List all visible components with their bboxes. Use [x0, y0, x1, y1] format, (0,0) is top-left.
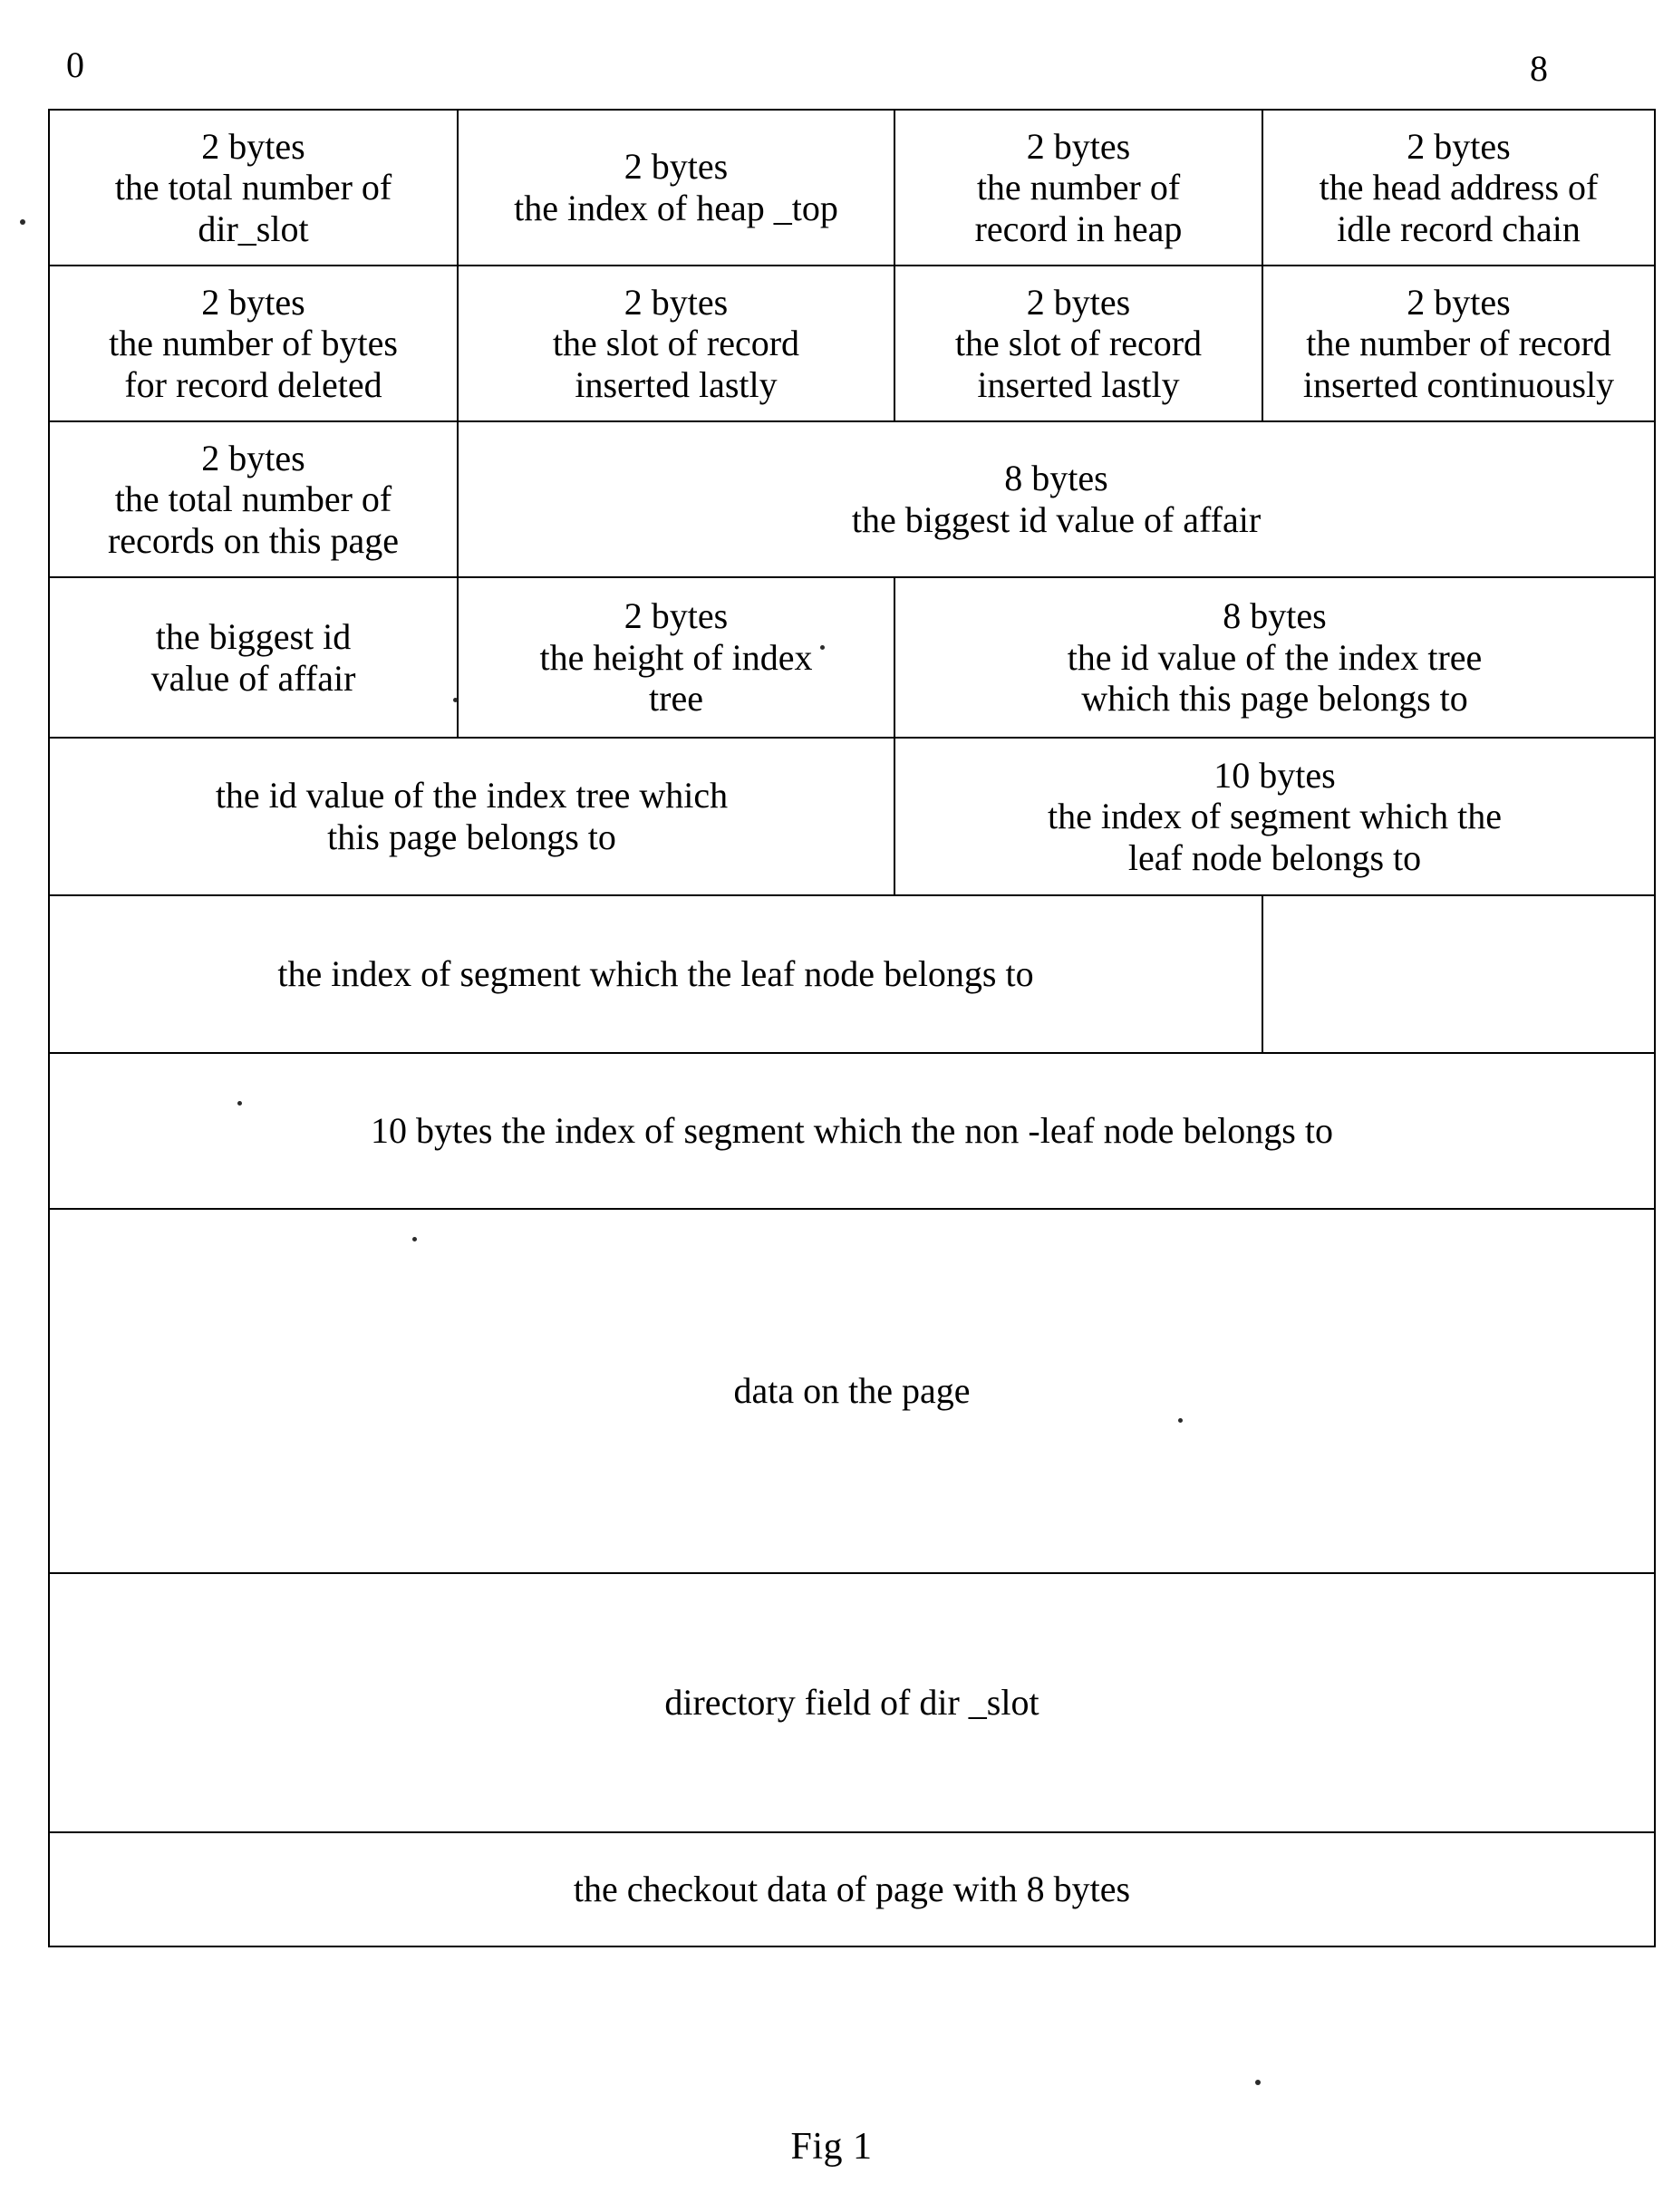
- field-cell-index-tree-id-cont: the id value of the index tree which thi…: [48, 737, 895, 896]
- byte-offset-label-right: 8: [1530, 48, 1548, 89]
- field-desc-line-1: the number of: [976, 167, 1181, 208]
- field-desc-line-2: inserted lastly: [977, 363, 1180, 405]
- scan-speck: [20, 219, 25, 225]
- table-row: 2 bytes the number of bytes for record d…: [48, 265, 1656, 422]
- field-size: 8 bytes: [1004, 458, 1108, 499]
- field-size: 2 bytes: [1407, 281, 1511, 323]
- field-desc-line-2: value of affair: [150, 657, 356, 699]
- field-desc-line-2: records on this page: [107, 519, 399, 561]
- page-layout-table: 2 bytes the total number of dir_slot 2 b…: [48, 109, 1656, 1947]
- table-row: the checkout data of page with 8 bytes: [48, 1831, 1656, 1947]
- field-desc-line-1: the number of bytes: [109, 323, 398, 364]
- field-desc-line-1: the id value of the index tree which: [215, 775, 729, 816]
- field-desc-line-1: the biggest id value of affair: [851, 499, 1262, 540]
- field-cell-empty-filler: [1262, 894, 1656, 1054]
- field-size: 10 bytes: [1213, 754, 1336, 796]
- field-cell-index-tree-id: 8 bytes the id value of the index tree w…: [894, 576, 1656, 739]
- field-desc-line-2: tree: [649, 678, 703, 720]
- scan-speck: [237, 1101, 242, 1106]
- figure-caption: Fig 1: [790, 2126, 873, 2168]
- field-cell-heap-top-index: 2 bytes the index of heap _top: [457, 109, 895, 266]
- field-size: 2 bytes: [201, 125, 305, 167]
- field-cell-last-inserted-slot-b: 2 bytes the slot of record inserted last…: [894, 265, 1263, 422]
- scan-speck: [1255, 2080, 1261, 2085]
- field-desc-line-1: the slot of record: [954, 323, 1203, 364]
- field-cell-biggest-affair-id: 8 bytes the biggest id value of affair: [457, 420, 1656, 578]
- field-size: 2 bytes: [624, 595, 729, 637]
- field-cell-record-count-heap: 2 bytes the number of record in heap: [894, 109, 1263, 266]
- field-desc-line-1: 10 bytes the index of segment which the …: [371, 1110, 1333, 1152]
- field-desc-line-1: the id value of the index tree: [1067, 636, 1483, 678]
- field-desc-line-2: leaf node belongs to: [1127, 836, 1422, 878]
- table-row: data on the page: [48, 1208, 1656, 1574]
- field-size: 2 bytes: [624, 281, 729, 323]
- field-cell-page-data: data on the page: [48, 1208, 1656, 1574]
- field-cell-continuous-insert-count: 2 bytes the number of record inserted co…: [1262, 265, 1656, 422]
- figure-page: 0 8 2 bytes the total number of dir_slot…: [0, 0, 1663, 2212]
- table-row: directory field of dir _slot: [48, 1572, 1656, 1833]
- field-desc-line-1: the slot of record: [552, 323, 800, 364]
- table-row: the biggest id value of affair 2 bytes t…: [48, 576, 1656, 739]
- field-cell-leaf-segment-index-cont: the index of segment which the leaf node…: [48, 894, 1263, 1054]
- field-desc-line-1: the head address of: [1319, 167, 1599, 208]
- field-desc-line-1: the height of index: [539, 636, 813, 678]
- field-cell-last-inserted-slot-a: 2 bytes the slot of record inserted last…: [457, 265, 895, 422]
- field-desc-line-1: the checkout data of page with 8 bytes: [573, 1869, 1131, 1910]
- scan-speck: [1178, 1418, 1183, 1423]
- field-desc-line-1: the total number of: [114, 167, 392, 208]
- field-cell-page-checkout-data: the checkout data of page with 8 bytes: [48, 1831, 1656, 1947]
- field-cell-index-tree-height: 2 bytes the height of index tree: [457, 576, 895, 739]
- scan-speck: [412, 1237, 417, 1241]
- table-row: 2 bytes the total number of records on t…: [48, 420, 1656, 578]
- field-cell-dir-slot-directory: directory field of dir _slot: [48, 1572, 1656, 1833]
- field-desc-line-2: idle record chain: [1337, 208, 1581, 249]
- field-cell-deleted-bytes: 2 bytes the number of bytes for record d…: [48, 265, 459, 422]
- field-desc-line-2: this page belongs to: [327, 816, 616, 857]
- table-row: 2 bytes the total number of dir_slot 2 b…: [48, 109, 1656, 266]
- field-desc-line-2: for record deleted: [124, 363, 382, 405]
- field-size: 2 bytes: [1026, 125, 1131, 167]
- field-cell-leaf-segment-index: 10 bytes the index of segment which the …: [894, 737, 1656, 896]
- field-cell-total-dir-slot: 2 bytes the total number of dir_slot: [48, 109, 459, 266]
- field-desc-line-2: dir_slot: [198, 208, 309, 249]
- field-desc-line-1: the number of record: [1306, 323, 1611, 364]
- field-size: 2 bytes: [1407, 125, 1511, 167]
- table-row: the index of segment which the leaf node…: [48, 894, 1656, 1054]
- table-row: the id value of the index tree which thi…: [48, 737, 1656, 896]
- field-desc-line-1: the index of heap _top: [514, 188, 838, 228]
- table-row: 10 bytes the index of segment which the …: [48, 1052, 1656, 1210]
- field-desc-line-1: the biggest id: [155, 615, 352, 657]
- field-cell-idle-chain-head: 2 bytes the head address of idle record …: [1262, 109, 1656, 266]
- scan-speck: [453, 698, 458, 702]
- field-desc-line-2: inserted continuously: [1302, 363, 1615, 405]
- scan-speck: [820, 645, 825, 650]
- field-desc-line-2: record in heap: [974, 208, 1183, 249]
- field-size: 2 bytes: [624, 146, 729, 188]
- field-desc-line-2: which this page belongs to: [1081, 678, 1468, 720]
- field-size: 2 bytes: [201, 281, 305, 323]
- field-size: 8 bytes: [1223, 595, 1327, 637]
- field-cell-biggest-affair-id-cont: the biggest id value of affair: [48, 576, 459, 739]
- field-desc-line-1: the index of segment which the leaf node…: [277, 953, 1034, 995]
- field-desc-line-2: inserted lastly: [575, 363, 778, 405]
- field-desc-line-1: data on the page: [733, 1370, 971, 1412]
- field-size: 2 bytes: [1026, 281, 1131, 323]
- field-desc-line-1: the index of segment which the: [1048, 796, 1502, 837]
- field-size: 2 bytes: [201, 437, 305, 478]
- field-cell-total-records-on-page: 2 bytes the total number of records on t…: [48, 420, 459, 578]
- byte-offset-label-left: 0: [66, 44, 84, 85]
- field-desc-line-1: the total number of: [114, 478, 392, 520]
- field-desc-line-1: directory field of dir _slot: [664, 1682, 1039, 1724]
- field-cell-non-leaf-segment-index: 10 bytes the index of segment which the …: [48, 1052, 1656, 1210]
